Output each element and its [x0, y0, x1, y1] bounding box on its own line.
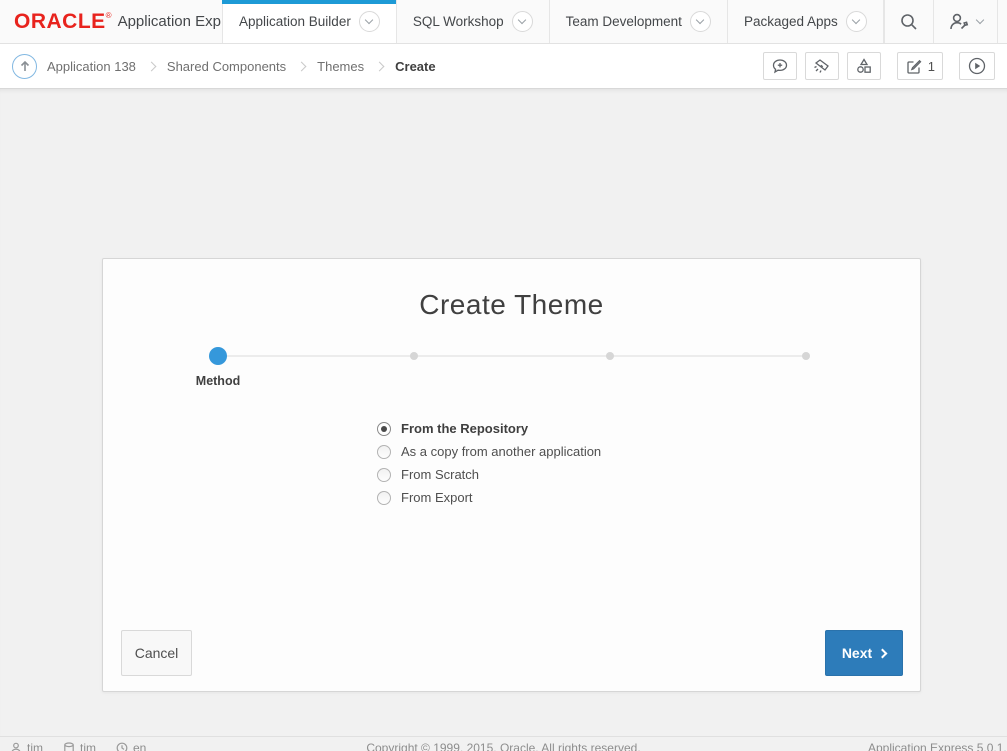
breadcrumb-themes[interactable]: Themes [317, 59, 364, 74]
radio-option-from-export[interactable]: From Export [377, 490, 601, 505]
create-method-radio-group: From the Repository As a copy from anoth… [377, 421, 601, 505]
cancel-button[interactable]: Cancel [121, 630, 192, 676]
breadcrumb-create: Create [395, 59, 435, 74]
tab-sql-workshop[interactable]: SQL Workshop [396, 0, 549, 43]
progress-step-current [209, 347, 227, 365]
radio-button[interactable] [377, 491, 391, 505]
tab-packaged-apps[interactable]: Packaged Apps [727, 0, 884, 43]
footer-version: Application Express 5.0.1.00.45 [868, 741, 1007, 751]
feedback-icon [771, 57, 789, 75]
radio-label: As a copy from another application [401, 444, 601, 459]
brand-logo[interactable]: ORACLE ® Application Express [0, 0, 222, 43]
radio-label: From the Repository [401, 421, 528, 436]
tab-label: Packaged Apps [744, 14, 838, 29]
breadcrumb: Application 138 Shared Components Themes… [47, 59, 436, 74]
flashlight-icon [813, 57, 831, 75]
page-title: Create Theme [103, 289, 920, 321]
radio-button[interactable] [377, 422, 391, 436]
main-tabs: Application Builder SQL Workshop Team De… [222, 0, 884, 43]
search-icon[interactable] [885, 0, 933, 43]
footer-bar: tim tim en Copyright © 1999, 2015, Oracl… [0, 736, 1007, 751]
create-theme-wizard-card: Create Theme Method From the Repository … [102, 258, 921, 692]
progress-step-pending [606, 352, 614, 360]
progress-line [218, 355, 806, 357]
page-content: Create Theme Method From the Repository … [0, 89, 1007, 751]
chevron-down-icon[interactable] [512, 11, 533, 32]
help-icon[interactable]: ? [997, 0, 1007, 43]
radio-option-from-scratch[interactable]: From Scratch [377, 467, 601, 482]
edit-page-number: 1 [928, 59, 935, 74]
administration-icon[interactable] [933, 0, 997, 43]
radio-button[interactable] [377, 445, 391, 459]
radio-option-from-repository[interactable]: From the Repository [377, 421, 601, 436]
feedback-button[interactable] [763, 52, 797, 80]
radio-label: From Scratch [401, 467, 479, 482]
tab-application-builder[interactable]: Application Builder [222, 0, 396, 43]
radio-option-copy-from-application[interactable]: As a copy from another application [377, 444, 601, 459]
chevron-down-icon[interactable] [846, 11, 867, 32]
chevron-down-icon [976, 16, 984, 24]
shared-components-button[interactable] [847, 52, 881, 80]
wizard-progress-train: Method [103, 347, 920, 407]
header-icon-group: ? [884, 0, 1007, 43]
breadcrumb-bar: Application 138 Shared Components Themes… [0, 44, 1007, 89]
tab-label: SQL Workshop [413, 14, 504, 29]
run-application-button[interactable] [959, 52, 995, 80]
edit-page-button[interactable]: 1 [897, 52, 943, 80]
chevron-down-icon[interactable] [359, 11, 380, 32]
tab-label: Application Builder [239, 14, 351, 29]
breadcrumb-separator-icon [146, 61, 156, 71]
page-toolbar: 1 [763, 52, 997, 80]
tab-team-development[interactable]: Team Development [549, 0, 727, 43]
trademark-symbol: ® [106, 11, 112, 20]
progress-step-label: Method [158, 374, 278, 388]
footer-copyright: Copyright © 1999, 2015, Oracle. All righ… [0, 741, 1007, 751]
oracle-wordmark: ORACLE [14, 10, 106, 34]
radio-label: From Export [401, 490, 473, 505]
progress-step-pending [410, 352, 418, 360]
chevron-down-icon[interactable] [690, 11, 711, 32]
next-button-label: Next [842, 645, 872, 661]
progress-step-pending [802, 352, 810, 360]
tab-label: Team Development [566, 14, 682, 29]
run-app-icon [967, 56, 987, 76]
utilities-button[interactable] [805, 52, 839, 80]
next-button[interactable]: Next [825, 630, 903, 676]
shared-components-icon [855, 57, 873, 75]
breadcrumb-separator-icon [375, 61, 385, 71]
top-navigation-bar: ORACLE ® Application Express Application… [0, 0, 1007, 44]
breadcrumb-application[interactable]: Application 138 [47, 59, 136, 74]
radio-button[interactable] [377, 468, 391, 482]
breadcrumb-separator-icon [297, 61, 307, 71]
up-arrow-icon[interactable] [12, 54, 37, 79]
breadcrumb-shared-components[interactable]: Shared Components [167, 59, 286, 74]
chevron-right-icon [878, 648, 888, 658]
edit-page-icon [905, 58, 922, 75]
